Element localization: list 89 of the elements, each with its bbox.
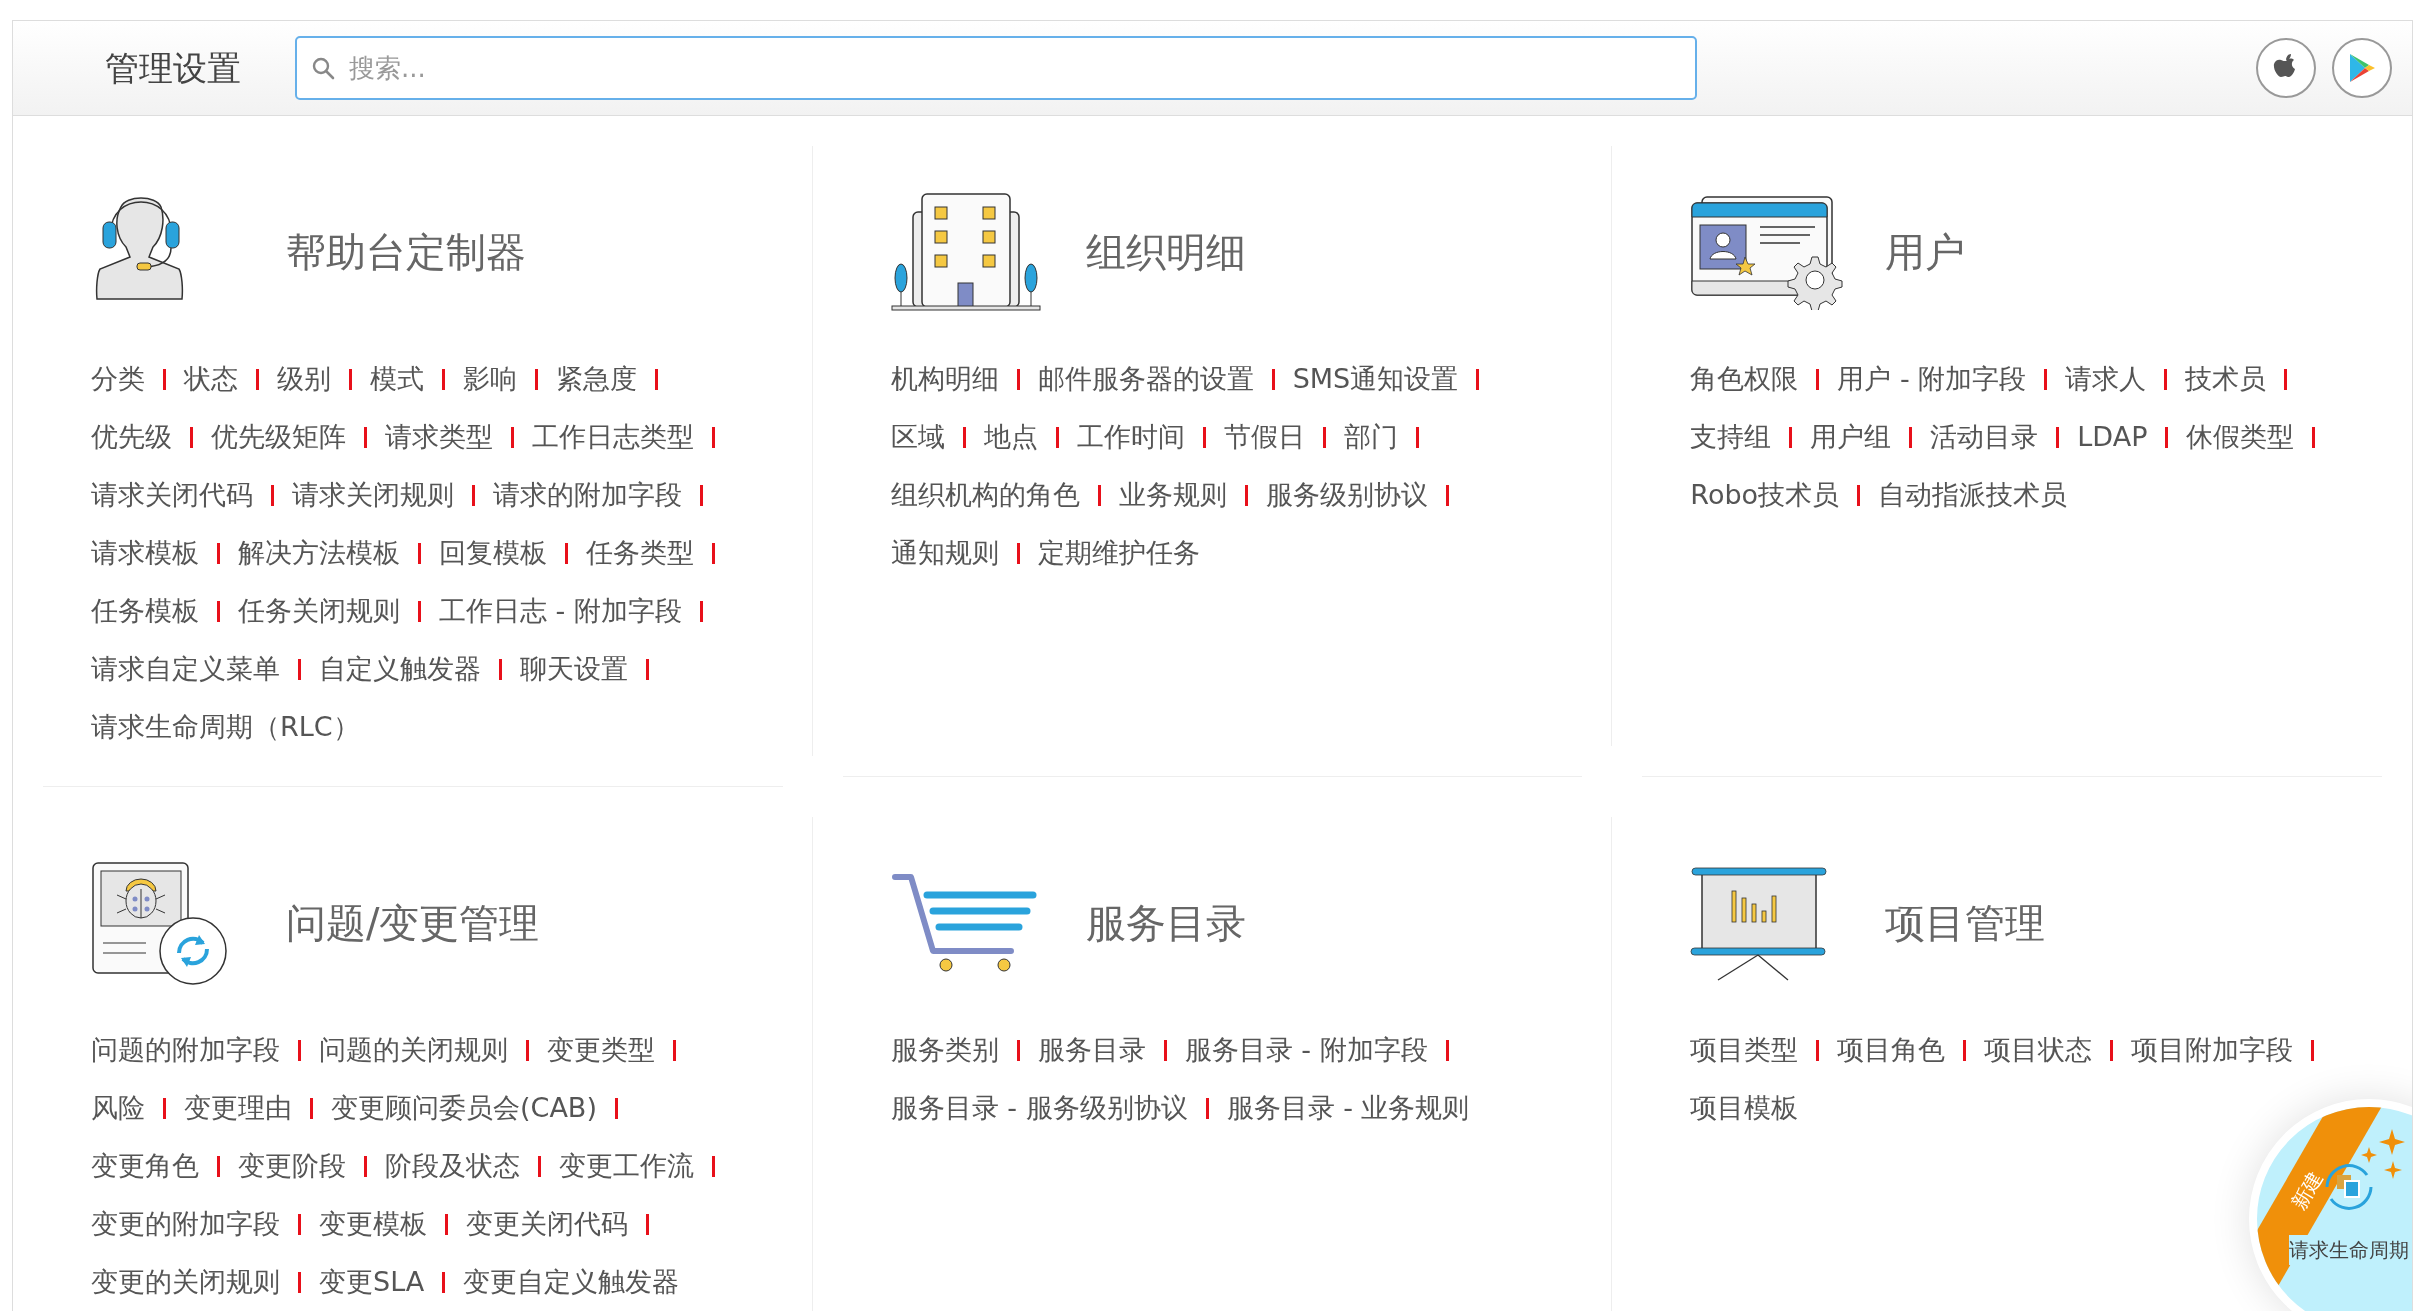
settings-link[interactable]: 聊天设置 [520, 648, 628, 690]
settings-link[interactable]: 阶段及状态 [385, 1145, 520, 1187]
settings-link[interactable]: SMS通知设置 [1292, 358, 1459, 400]
settings-link[interactable]: 变更类型 [547, 1029, 655, 1071]
settings-link[interactable]: 任务关闭规则 [238, 590, 400, 632]
settings-link[interactable]: 变更自定义触发器 [463, 1261, 680, 1303]
settings-link[interactable]: 紧急度 [556, 358, 637, 400]
settings-link[interactable]: 项目角色 [1837, 1029, 1946, 1071]
settings-link[interactable]: 用户 - 附加字段 [1837, 358, 2027, 400]
settings-link[interactable]: 变更角色 [91, 1145, 199, 1187]
settings-link[interactable]: 机构明细 [890, 358, 999, 400]
settings-link[interactable]: 区域 [890, 416, 945, 458]
settings-link[interactable]: LDAP [2077, 416, 2148, 458]
badge-label: 请求生命周期 [2289, 1235, 2409, 1265]
settings-link[interactable]: 请求关闭代码 [91, 474, 253, 516]
settings-link[interactable]: 请求人 [2065, 358, 2147, 400]
settings-link[interactable]: 变更的附加字段 [91, 1203, 280, 1245]
settings-link[interactable]: 请求的附加字段 [493, 474, 682, 516]
settings-link[interactable]: 支持组 [1690, 416, 1772, 458]
settings-link[interactable]: 项目附加字段 [2131, 1029, 2294, 1071]
settings-link[interactable]: 变更模板 [319, 1203, 427, 1245]
settings-link[interactable]: 项目类型 [1690, 1029, 1799, 1071]
settings-link[interactable]: 项目模板 [1690, 1087, 1799, 1129]
section-title: 用户 [1885, 228, 1966, 277]
settings-link[interactable]: 变更关闭代码 [466, 1203, 628, 1245]
settings-link[interactable]: 部门 [1343, 416, 1398, 458]
settings-link[interactable]: 变更顾问委员会(CAB) [331, 1087, 597, 1129]
play-store-button[interactable] [2332, 38, 2392, 98]
section-title: 帮助台定制器 [286, 228, 526, 277]
settings-link[interactable]: 问题的附加字段 [91, 1029, 280, 1071]
settings-link[interactable]: 地点 [983, 416, 1038, 458]
settings-link[interactable]: 变更SLA [319, 1261, 425, 1303]
id-card-gear-icon [1690, 194, 1846, 310]
settings-link[interactable]: 请求类型 [385, 416, 493, 458]
settings-link[interactable]: 定期维护任务 [1037, 532, 1200, 574]
building-icon [890, 192, 1041, 312]
search-icon [311, 56, 335, 80]
settings-link[interactable]: 项目状态 [1984, 1029, 2093, 1071]
settings-link[interactable]: 状态 [184, 358, 238, 400]
settings-link[interactable]: 服务目录 - 服务级别协议 [890, 1087, 1188, 1129]
section-title: 问题/变更管理 [286, 899, 540, 948]
settings-link[interactable]: 变更阶段 [238, 1145, 346, 1187]
settings-link[interactable]: 影响 [463, 358, 517, 400]
settings-link[interactable]: 通知规则 [890, 532, 999, 574]
settings-link[interactable]: 活动目录 [1930, 416, 2039, 458]
settings-link[interactable]: 问题的关闭规则 [319, 1029, 508, 1071]
settings-link[interactable]: 工作日志 - 附加字段 [439, 590, 682, 632]
settings-link[interactable]: 自动指派技术员 [1878, 474, 2068, 516]
settings-link[interactable]: 模式 [370, 358, 424, 400]
settings-link[interactable]: 优先级 [91, 416, 172, 458]
section-title: 组织明细 [1085, 228, 1246, 277]
settings-link[interactable]: 业务规则 [1118, 474, 1227, 516]
play-icon [2347, 52, 2377, 84]
section-title: 服务目录 [1085, 899, 1246, 948]
settings-link[interactable]: 服务级别协议 [1265, 474, 1428, 516]
page-title: 管理设置 [105, 46, 242, 90]
settings-link[interactable]: 用户组 [1810, 416, 1892, 458]
settings-link[interactable]: 休假类型 [2186, 416, 2295, 458]
section-title: 项目管理 [1885, 899, 2046, 948]
settings-link[interactable]: 请求关闭规则 [292, 474, 454, 516]
settings-link[interactable]: 风险 [91, 1087, 145, 1129]
settings-link[interactable]: 回复模板 [439, 532, 547, 574]
settings-link[interactable]: 服务目录 - 附加字段 [1184, 1029, 1428, 1071]
settings-link[interactable]: 节假日 [1223, 416, 1305, 458]
settings-link[interactable]: 工作日志类型 [532, 416, 694, 458]
settings-link[interactable]: 请求模板 [91, 532, 199, 574]
settings-link[interactable]: 角色权限 [1690, 358, 1799, 400]
settings-link[interactable]: 优先级矩阵 [211, 416, 346, 458]
settings-link[interactable]: 请求自定义菜单 [91, 648, 280, 690]
settings-link[interactable]: 任务类型 [586, 532, 694, 574]
settings-link[interactable]: 解决方法模板 [238, 532, 400, 574]
settings-link[interactable]: 工作时间 [1076, 416, 1185, 458]
settings-link[interactable]: 变更工作流 [559, 1145, 694, 1187]
settings-link[interactable]: 任务模板 [91, 590, 199, 632]
settings-link[interactable]: 服务目录 - 业务规则 [1226, 1087, 1470, 1129]
settings-link[interactable]: 组织机构的角色 [890, 474, 1080, 516]
settings-link[interactable]: 邮件服务器的设置 [1037, 358, 1254, 400]
settings-link[interactable]: Robo技术员 [1690, 474, 1840, 516]
settings-link[interactable]: 级别 [277, 358, 331, 400]
settings-link[interactable]: 变更的关闭规则 [91, 1261, 280, 1303]
settings-link[interactable]: 服务类别 [890, 1029, 999, 1071]
settings-link[interactable]: 请求生命周期（RLC） [91, 706, 360, 748]
apple-store-button[interactable] [2256, 38, 2316, 98]
search-field[interactable]: 搜索... [295, 36, 1697, 100]
settings-link[interactable]: 自定义触发器 [319, 648, 481, 690]
settings-link[interactable]: 技术员 [2185, 358, 2267, 400]
settings-link[interactable]: 变更理由 [184, 1087, 292, 1129]
settings-link[interactable]: 服务目录 [1037, 1029, 1146, 1071]
settings-link[interactable]: 分类 [91, 358, 145, 400]
